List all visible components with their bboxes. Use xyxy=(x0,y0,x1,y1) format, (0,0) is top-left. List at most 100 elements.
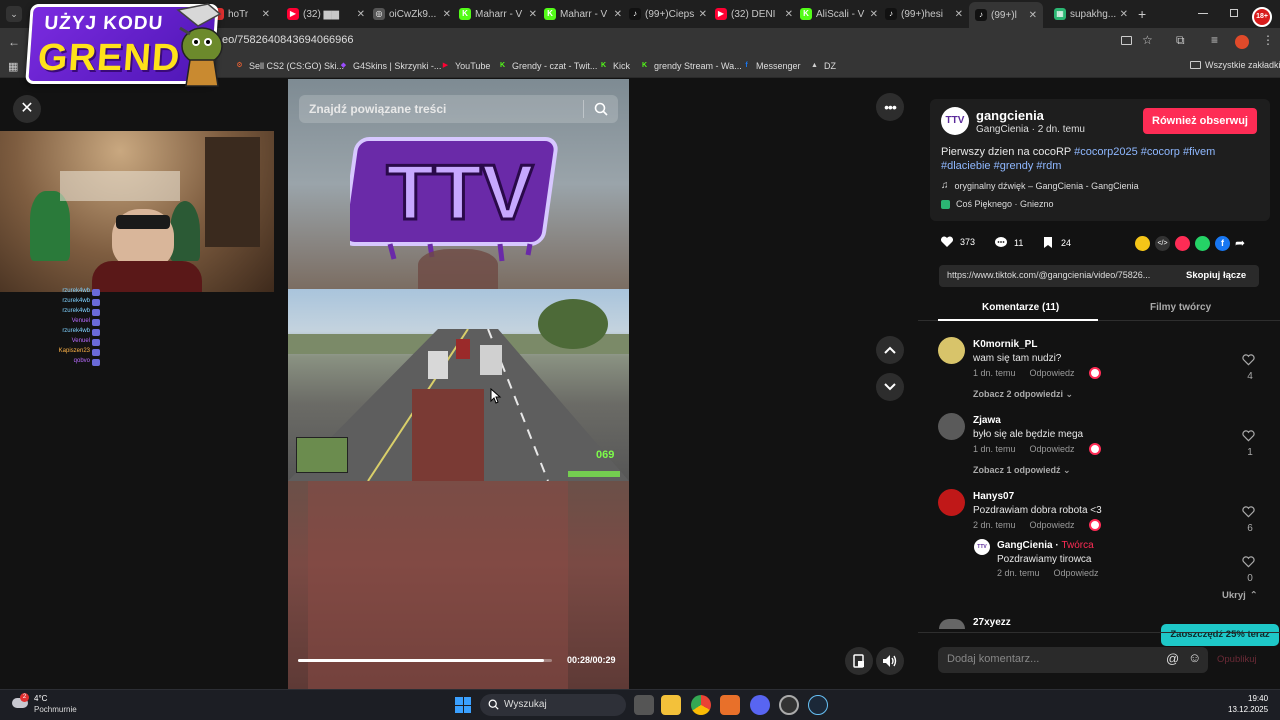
send-icon[interactable] xyxy=(1175,236,1190,251)
comment-input[interactable]: Dodaj komentarz... @ ☺ xyxy=(938,647,1208,673)
coin-share-icon[interactable] xyxy=(1135,236,1150,251)
bookmark-item[interactable]: K Grendy - czat - Twit... xyxy=(497,60,597,71)
steam-icon[interactable] xyxy=(808,695,828,715)
volume-button[interactable] xyxy=(876,647,904,675)
comment-reply-link[interactable]: Odpowiedz xyxy=(1030,444,1075,454)
caption-hashtags-2[interactable]: #dlaciebie #grendy #rdm xyxy=(941,160,1061,172)
minimize-icon[interactable] xyxy=(1198,13,1208,14)
tab-close-icon[interactable]: ✕ xyxy=(262,9,270,20)
app-orange-icon[interactable] xyxy=(720,695,740,715)
view-replies-link[interactable]: Zobacz 2 odpowiedzi ⌄ xyxy=(973,389,1073,400)
back-icon[interactable]: ← xyxy=(8,35,20,49)
tab-close-icon[interactable]: ✕ xyxy=(443,9,451,20)
video-progress-bar[interactable] xyxy=(298,659,552,662)
location-tag[interactable]: Coś Pięknego · Gniezno xyxy=(941,199,1054,209)
comment-reply-link[interactable]: Odpowiedz xyxy=(1030,520,1075,530)
comment-avatar[interactable] xyxy=(938,337,965,364)
previous-video-button[interactable] xyxy=(876,336,904,364)
comment-like[interactable]: 4 xyxy=(1242,353,1258,382)
reply-avatar[interactable]: TTV xyxy=(974,539,990,555)
comment-like[interactable]: 6 xyxy=(1242,505,1258,534)
bookmark-item[interactable]: K Kick xyxy=(598,60,630,71)
start-button[interactable] xyxy=(455,697,471,713)
file-explorer-icon[interactable] xyxy=(661,695,681,715)
taskbar-search[interactable]: Wyszukaj xyxy=(480,694,626,716)
apps-grid-icon[interactable]: ▦ xyxy=(8,60,18,73)
bookmark-star-icon[interactable]: ☆ xyxy=(1142,33,1153,47)
comment-user[interactable]: K0mornik_PL xyxy=(973,339,1037,350)
facebook-icon[interactable]: f xyxy=(1215,236,1230,251)
extensions-icon[interactable]: ⧉ xyxy=(1176,33,1185,48)
menu-icon[interactable]: ⋮ xyxy=(1262,33,1274,47)
comment-user[interactable]: Hanys07 xyxy=(973,491,1014,502)
tab-comments[interactable]: Komentarze (11) xyxy=(982,302,1059,313)
mini-player-button[interactable] xyxy=(845,647,873,675)
tab-close-icon[interactable]: ✕ xyxy=(614,9,622,20)
bookmark-item[interactable]: Kgrendy Stream - Wa... xyxy=(639,60,742,71)
creator-avatar[interactable]: TTV xyxy=(941,107,969,135)
mention-icon[interactable]: @ xyxy=(1166,651,1179,666)
clock-date[interactable]: 13.12.2025 xyxy=(1228,705,1268,714)
embed-icon[interactable]: </> xyxy=(1155,236,1170,251)
browser-tab[interactable]: K AliScali - V ✕ xyxy=(800,4,878,24)
next-video-button[interactable] xyxy=(876,373,904,401)
task-view-icon[interactable] xyxy=(634,695,654,715)
like-action[interactable]: 373 xyxy=(940,236,975,248)
browser-tab[interactable]: ♪ (99+)hesi ✕ xyxy=(885,4,963,24)
next-comment-avatar[interactable] xyxy=(939,619,965,629)
close-viewer-button[interactable]: ✕ xyxy=(13,95,41,123)
save-action[interactable]: 24 xyxy=(1043,236,1071,249)
app-circle-icon[interactable] xyxy=(779,695,799,715)
chrome-icon[interactable] xyxy=(691,695,711,715)
reply-reply-link[interactable]: Odpowiedz xyxy=(1054,568,1099,578)
emoji-icon[interactable]: ☺ xyxy=(1188,650,1201,665)
tab-close-icon[interactable]: ✕ xyxy=(699,9,707,20)
creator-display-name[interactable]: gangcienia xyxy=(976,108,1044,123)
browser-tab[interactable]: ▶ (32) DENI ✕ xyxy=(715,4,793,24)
url-field[interactable]: eo/7582640843694066966 xyxy=(222,34,354,46)
sound-link[interactable]: ♫ oryginalny dźwięk – GangCienia - GangC… xyxy=(941,180,1139,191)
browser-tab[interactable]: ▶ (32) ▆▆ ✕ xyxy=(287,4,365,24)
copy-link-button[interactable]: Skopiuj łącze xyxy=(1186,270,1246,281)
browser-tab[interactable]: ♪ (99+)Cieps ✕ xyxy=(629,4,707,24)
tab-close-icon[interactable]: ✕ xyxy=(785,9,793,20)
browser-tab[interactable]: ▦ supakhg... ✕ xyxy=(1054,4,1128,24)
bookmark-item[interactable]: ◆ G4Skins | Skrzynki -... xyxy=(338,60,442,71)
weather-widget[interactable]: 2 4°C Pochmurnie xyxy=(10,693,100,717)
tiktok-video-player[interactable]: TTV 069 Znajdź powiązane treści 00:28/00… xyxy=(288,79,629,689)
tab-creator-videos[interactable]: Filmy twórcy xyxy=(1150,302,1211,313)
reply-like[interactable]: 0 xyxy=(1242,555,1258,584)
all-bookmarks-link[interactable]: Wszystkie zakładki xyxy=(1190,60,1280,70)
install-app-icon[interactable] xyxy=(1121,36,1132,45)
tab-close-icon[interactable]: ✕ xyxy=(357,9,365,20)
view-replies-link[interactable]: Zobacz 1 odpowiedź ⌄ xyxy=(973,465,1071,476)
profile-avatar[interactable] xyxy=(1235,35,1249,49)
promo-toast-button[interactable]: Zaoszczędź 25% teraz xyxy=(1161,624,1279,646)
share-arrow-icon[interactable]: ➦ xyxy=(1235,236,1245,251)
comment-user[interactable]: Zjawa xyxy=(973,415,1001,426)
bookmark-item[interactable]: ▲ DZ xyxy=(809,60,836,71)
hide-replies-link[interactable]: Ukryj ⌃ xyxy=(1222,590,1258,601)
tab-search-button[interactable]: ⌄ xyxy=(6,6,22,22)
new-tab-button[interactable]: + xyxy=(1138,6,1146,22)
browser-tab[interactable]: K Maharr - V ✕ xyxy=(459,4,537,24)
tab-close-icon[interactable]: ✕ xyxy=(870,9,878,20)
comment-action[interactable]: 11 xyxy=(994,236,1023,249)
browser-tab[interactable]: K Maharr - V ✕ xyxy=(544,4,622,24)
tab-close-icon[interactable]: ✕ xyxy=(955,9,963,20)
follow-button[interactable]: Również obserwuj xyxy=(1143,108,1257,134)
comment-avatar[interactable] xyxy=(938,489,965,516)
related-search-input[interactable]: Znajdź powiązane treści xyxy=(299,95,618,123)
tab-close-icon[interactable]: ✕ xyxy=(1120,9,1128,20)
whatsapp-icon[interactable] xyxy=(1195,236,1210,251)
reply-user[interactable]: GangCienia xyxy=(997,540,1053,551)
next-comment-user[interactable]: 27xyezz xyxy=(973,617,1011,628)
browser-tab[interactable]: ◎ oiCwZk9... ✕ xyxy=(373,4,451,24)
creator-handle[interactable]: GangCienia xyxy=(976,124,1029,135)
tab-close-icon[interactable]: ✕ xyxy=(1029,10,1037,21)
browser-tab[interactable]: ♪ (99+)l ✕ xyxy=(969,2,1043,28)
comment-reply-link[interactable]: Odpowiedz xyxy=(1030,368,1075,378)
restore-icon[interactable] xyxy=(1230,9,1238,17)
comment-avatar[interactable] xyxy=(938,413,965,440)
share-url[interactable]: https://www.tiktok.com/@gangcienia/video… xyxy=(947,270,1175,280)
